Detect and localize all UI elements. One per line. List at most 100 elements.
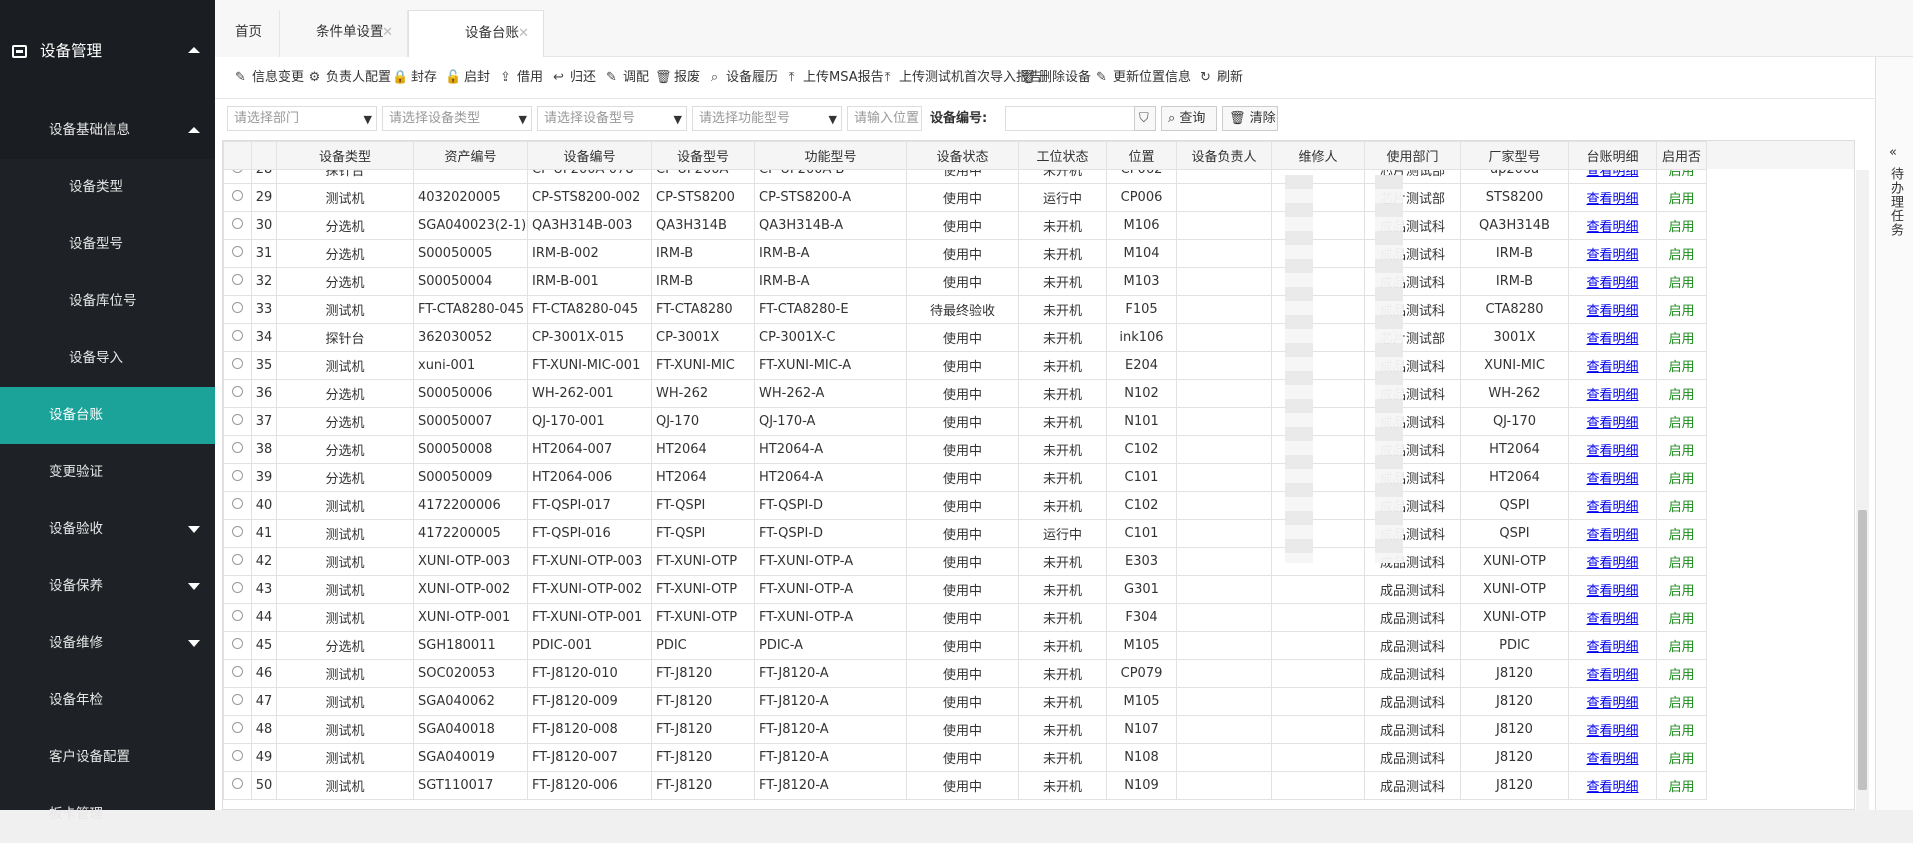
row-select-cell[interactable] [223,435,252,464]
table-row[interactable]: 30 分选机 SGA040023(2-1) QA3H314B-003 QA3H314B Q… [223,211,1707,240]
table-row[interactable]: 46 测试机 SOC020053 FT-J8120-010 FT-J8120 FT-J81… [223,659,1707,688]
table-row[interactable]: 47 测试机 SGA040062 FT-J8120-009 FT-J8120 FT-J81… [223,687,1707,716]
column-header[interactable]: 厂家型号 [1460,141,1569,170]
view-detail-link[interactable]: 查看明细 [1586,304,1638,319]
row-radio[interactable] [232,582,243,593]
table-row[interactable]: 50 测试机 SGT110017 FT-J8120-006 FT-J8120 FT-J81… [223,771,1707,800]
row-radio[interactable] [232,246,243,257]
table-row[interactable]: 37 分选机 S00050007 QJ-170-001 QJ-170 QJ-170-A 使用… [223,407,1707,436]
column-header[interactable]: 设备型号 [651,141,755,170]
column-header[interactable]: 位置 [1106,141,1177,170]
view-detail-link[interactable]: 查看明细 [1586,696,1638,711]
view-detail-link[interactable]: 查看明细 [1586,169,1638,179]
row-radio[interactable] [232,638,243,649]
column-header[interactable]: 设备类型 [276,141,414,170]
column-header[interactable]: 使用部门 [1364,141,1461,170]
row-radio[interactable] [232,526,243,537]
view-detail-link[interactable]: 查看明细 [1586,780,1638,795]
toolbar-button-4[interactable]: ⇪ 借用 [498,57,543,99]
column-header[interactable]: 设备状态 [906,141,1019,170]
row-radio[interactable] [232,666,243,677]
view-detail-link[interactable]: 查看明细 [1586,416,1638,431]
row-radio[interactable] [232,554,243,565]
table-row[interactable]: 39 分选机 S00050009 HT2064-006 HT2064 HT2064-A 使用… [223,463,1707,492]
toolbar-button-1[interactable]: ⚙ 负责人配置 [307,57,391,99]
view-detail-link[interactable]: 查看明细 [1586,472,1638,487]
row-select-cell[interactable] [223,407,252,436]
row-select-cell[interactable] [223,211,252,240]
row-select-cell[interactable] [223,491,252,520]
sidebar-item-acceptance[interactable]: 设备验收 [0,501,215,558]
row-radio[interactable] [232,442,243,453]
view-detail-link[interactable]: 查看明细 [1586,248,1638,263]
location-input[interactable]: 请输入位置 [847,106,922,131]
view-detail-link[interactable]: 查看明细 [1586,556,1638,571]
row-radio[interactable] [232,218,243,229]
table-row[interactable]: 32 分选机 S00050004 IRM-B-001 IRM-B IRM-B-A 使用中 未开… [223,267,1707,296]
view-detail-link[interactable]: 查看明细 [1586,360,1638,375]
function-model-select[interactable]: 请选择功能型号 ▼ [692,106,842,131]
sidebar-item-ledger[interactable]: 设备台账 [0,387,215,444]
table-row[interactable]: 40 测试机 4172200006 FT-QSPI-017 FT-QSPI FT-QSPI… [223,491,1707,520]
view-detail-link[interactable]: 查看明细 [1586,500,1638,515]
row-select-cell[interactable] [223,603,252,632]
table-row[interactable]: 38 分选机 S00050008 HT2064-007 HT2064 HT2064-A 使用… [223,435,1707,464]
table-row[interactable]: 28 探针台 CP-UP200A-078 CP-UP200A CP-UP200A-B 使用… [223,169,1707,184]
row-select-cell[interactable] [223,169,252,184]
row-select-cell[interactable] [223,295,252,324]
toolbar-button-2[interactable]: 🔒 封存 [392,57,437,99]
row-select-cell[interactable] [223,659,252,688]
table-row[interactable]: 41 测试机 4172200005 FT-QSPI-016 FT-QSPI FT-QSPI… [223,519,1707,548]
sidebar-header-device-management[interactable]: 设备管理 [0,0,215,102]
table-row[interactable]: 43 测试机 XUNI-OTP-002 FT-XUNI-OTP-002 FT-XUNI-… [223,575,1707,604]
sidebar-item-change-verify[interactable]: 变更验证 [0,444,215,501]
sidebar-item-repair[interactable]: 设备维修 [0,615,215,672]
column-header[interactable]: 启用否 [1656,141,1707,170]
tab-device-ledger[interactable]: 设备台账 ✕ [408,10,544,57]
view-detail-link[interactable]: 查看明细 [1586,332,1638,347]
table-row[interactable]: 34 探针台 362030052 CP-3001X-015 CP-3001X CP-300… [223,323,1707,352]
sidebar-item-device-type[interactable]: 设备类型 [0,159,215,216]
table-row[interactable]: 45 分选机 SGH180011 PDIC-001 PDIC PDIC-A 使用中 未开机 M1… [223,631,1707,660]
view-detail-link[interactable]: 查看明细 [1586,640,1638,655]
view-detail-link[interactable]: 查看明细 [1586,584,1638,599]
table-row[interactable]: 31 分选机 S00050005 IRM-B-002 IRM-B IRM-B-A 使用中 未开… [223,239,1707,268]
table-row[interactable]: 49 测试机 SGA040019 FT-J8120-007 FT-J8120 FT-J81… [223,743,1707,772]
row-radio[interactable] [232,274,243,285]
table-row[interactable]: 44 测试机 XUNI-OTP-001 FT-XUNI-OTP-001 FT-XUNI-… [223,603,1707,632]
row-select-cell[interactable] [223,771,252,800]
sidebar-item-annual-check[interactable]: 设备年检 [0,672,215,729]
table-row[interactable]: 33 测试机 FT-CTA8280-045 FT-CTA8280-045 FT-CTA8… [223,295,1707,324]
sidebar-item-basic-info[interactable]: 设备基础信息 [0,102,215,159]
sidebar-item-location[interactable]: 设备库位号 [0,273,215,330]
sidebar-item-board-management[interactable]: 板卡管理 [0,786,215,843]
column-header[interactable]: 功能型号 [754,141,907,170]
view-detail-link[interactable]: 查看明细 [1586,444,1638,459]
row-select-cell[interactable] [223,547,252,576]
tab-condition-settings[interactable]: 条件单设置 ✕ [280,10,408,57]
tab-home[interactable]: 首页 [215,10,280,57]
query-button[interactable]: ⌕ 查询 [1161,106,1217,131]
row-radio[interactable] [232,470,243,481]
toolbar-button-11[interactable]: 🗑 删除设备 [1020,57,1091,99]
sidebar-item-device-model[interactable]: 设备型号 [0,216,215,273]
row-select-cell[interactable] [223,323,252,352]
row-radio[interactable] [232,694,243,705]
vertical-scrollbar[interactable] [1856,170,1869,810]
view-detail-link[interactable]: 查看明细 [1586,612,1638,627]
table-row[interactable]: 29 测试机 4032020005 CP-STS8200-002 CP-STS8200 C… [223,183,1707,212]
department-select[interactable]: 请选择部门 ▼ [227,106,377,131]
view-detail-link[interactable]: 查看明细 [1586,388,1638,403]
view-detail-link[interactable]: 查看明细 [1586,752,1638,767]
row-radio[interactable] [232,750,243,761]
row-select-cell[interactable] [223,575,252,604]
column-header[interactable]: 工位状态 [1018,141,1107,170]
row-radio[interactable] [232,302,243,313]
row-select-cell[interactable] [223,267,252,296]
toolbar-button-12[interactable]: ✎ 更新位置信息 [1094,57,1191,99]
table-row[interactable]: 35 测试机 xuni-001 FT-XUNI-MIC-001 FT-XUNI-MIC F… [223,351,1707,380]
toolbar-button-3[interactable]: 🔓 启封 [445,57,490,99]
toolbar-button-6[interactable]: ✎ 调配 [604,57,649,99]
row-radio[interactable] [232,498,243,509]
row-select-cell[interactable] [223,743,252,772]
